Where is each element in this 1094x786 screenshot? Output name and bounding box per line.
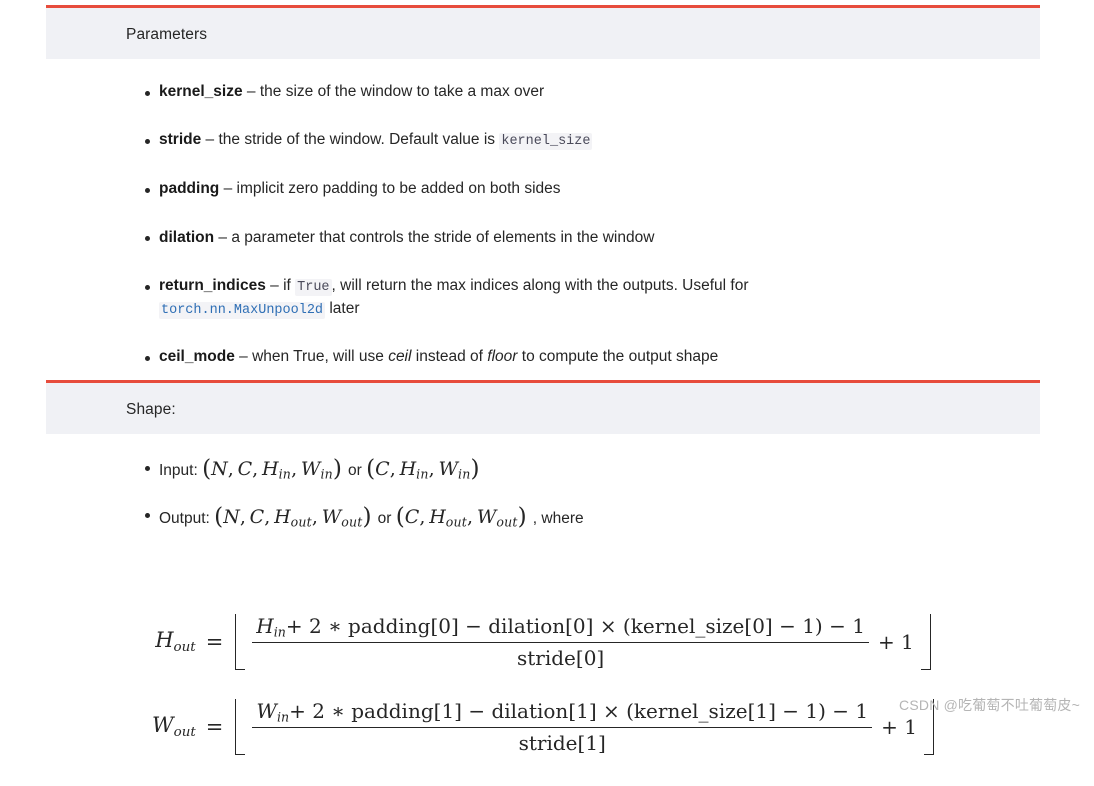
formula-width-floor: Win+ 2 ∗ padding[1] − dilation[1] × (ker… (235, 699, 934, 755)
list-item: Output: (N, C, Hout, Wout) or (C, Hout, … (46, 504, 1040, 532)
param-description: the size of the window to take a max ove… (259, 83, 545, 100)
param-description: a parameter that controls the stride of … (231, 228, 655, 246)
param-dash: – (270, 276, 279, 294)
param-dash: – (218, 228, 228, 246)
param-description-mid: instead of (415, 348, 483, 366)
formula-height-lhs: Hout (155, 628, 196, 656)
link-maxunpool2d[interactable]: torch.nn.MaxUnpool2d (159, 301, 326, 319)
formula-width-equals: = (205, 714, 224, 739)
param-dash: – (205, 131, 215, 149)
param-name: ceil_mode (159, 348, 235, 366)
formula-width-fraction: Win+ 2 ∗ padding[1] − dilation[1] × (ker… (252, 699, 873, 755)
emphasis-floor: floor (487, 348, 518, 366)
list-item: ceil_mode – when True, will use ceil ins… (46, 346, 1040, 368)
shape-input-label: Input: (159, 462, 198, 479)
parameters-title: Parameters (126, 26, 208, 43)
list-item: return_indices – if True, will return th… (46, 275, 1040, 320)
shape-body: Input: (N, C, Hin, Win) or (C, Hin, Win)… (46, 456, 1040, 786)
parameters-section: Parameters kernel_size – the size of the… (46, 5, 1040, 369)
shape-input-conj: or (348, 462, 362, 479)
floor-bracket-left-icon (235, 699, 246, 755)
param-dash: – (223, 180, 233, 198)
formula-height-block: Hout = Hin+ 2 ∗ padding[0] − dilation[0]… (46, 614, 1040, 670)
param-dash: – (239, 348, 248, 366)
list-item: dilation – a parameter that controls the… (46, 227, 1040, 249)
shape-list: Input: (N, C, Hin, Win) or (C, Hin, Win)… (46, 456, 1040, 531)
param-name: kernel_size (159, 83, 243, 100)
formula-height-fraction: Hin+ 2 ∗ padding[0] − dilation[0] × (ker… (252, 614, 869, 670)
parameters-header: Parameters (46, 5, 1040, 59)
param-dash: – (246, 83, 256, 100)
floor-bracket-left-icon (235, 614, 246, 670)
formula-width-block: Wout = Win+ 2 ∗ padding[1] − dilation[1]… (46, 699, 1040, 755)
formula-width-denominator: stride[1] (518, 730, 606, 755)
emphasis-ceil: ceil (388, 348, 412, 366)
param-name: stride (159, 131, 202, 149)
param-description: implicit zero padding to be added on bot… (236, 180, 561, 198)
shape-input-expr-1: (N, C, Hin, Win) (202, 455, 342, 483)
param-description-rest: to compute the output shape (521, 348, 719, 366)
floor-bracket-right-icon (920, 614, 931, 670)
formula-width: Wout = Win+ 2 ∗ padding[1] − dilation[1]… (152, 699, 934, 755)
list-item: stride – the stride of the window. Defau… (46, 129, 1040, 152)
formula-width-tail: + 1 (881, 714, 917, 739)
code-true: True (295, 278, 332, 296)
param-description-lead: when True, will use (252, 348, 384, 366)
shape-header: Shape: (46, 380, 1040, 434)
param-name: dilation (159, 228, 215, 246)
shape-input-expr-2: (C, Hin, Win) (366, 455, 480, 483)
param-description-tail: later (329, 299, 360, 317)
formula-height: Hout = Hin+ 2 ∗ padding[0] − dilation[0]… (155, 614, 931, 670)
shape-output-expr-1: (N, C, Hout, Wout) (214, 503, 372, 531)
param-description: the stride of the window. Default value … (218, 131, 496, 149)
formula-height-tail: + 1 (877, 629, 914, 654)
formula-width-lhs: Wout (152, 713, 196, 741)
formula-height-equals: = (205, 629, 224, 654)
shape-output-expr-2: (C, Hout, Wout) (395, 503, 527, 531)
shape-output-trailing: , where (532, 509, 584, 527)
list-item: Input: (N, C, Hin, Win) or (C, Hin, Win) (46, 456, 1040, 484)
formula-height-denominator: stride[0] (517, 645, 605, 670)
parameters-list: kernel_size – the size of the window to … (46, 81, 1040, 369)
list-item: kernel_size – the size of the window to … (46, 81, 1040, 103)
shape-title: Shape: (126, 401, 176, 418)
shape-section: Shape: Input: (N, C, Hin, Win) or (C, Hi… (46, 380, 1040, 786)
formula-height-numerator: Hin+ 2 ∗ padding[0] − dilation[0] × (ker… (252, 614, 869, 643)
param-name: return_indices (159, 276, 266, 294)
formula-width-numerator: Win+ 2 ∗ padding[1] − dilation[1] × (ker… (252, 699, 873, 728)
formula-height-floor: Hin+ 2 ∗ padding[0] − dilation[0] × (ker… (235, 614, 931, 670)
shape-output-conj: or (377, 509, 392, 527)
code-kernel-size: kernel_size (499, 133, 593, 151)
param-name: padding (159, 180, 220, 198)
csdn-watermark: CSDN @吃葡萄不吐葡萄皮~ (899, 697, 1080, 713)
param-description-rest: , will return the max indices along with… (331, 276, 749, 294)
parameters-body: kernel_size – the size of the window to … (46, 81, 1040, 369)
list-item: padding – implicit zero padding to be ad… (46, 178, 1040, 200)
shape-output-label: Output: (159, 509, 210, 527)
param-description-lead: if (283, 276, 291, 294)
